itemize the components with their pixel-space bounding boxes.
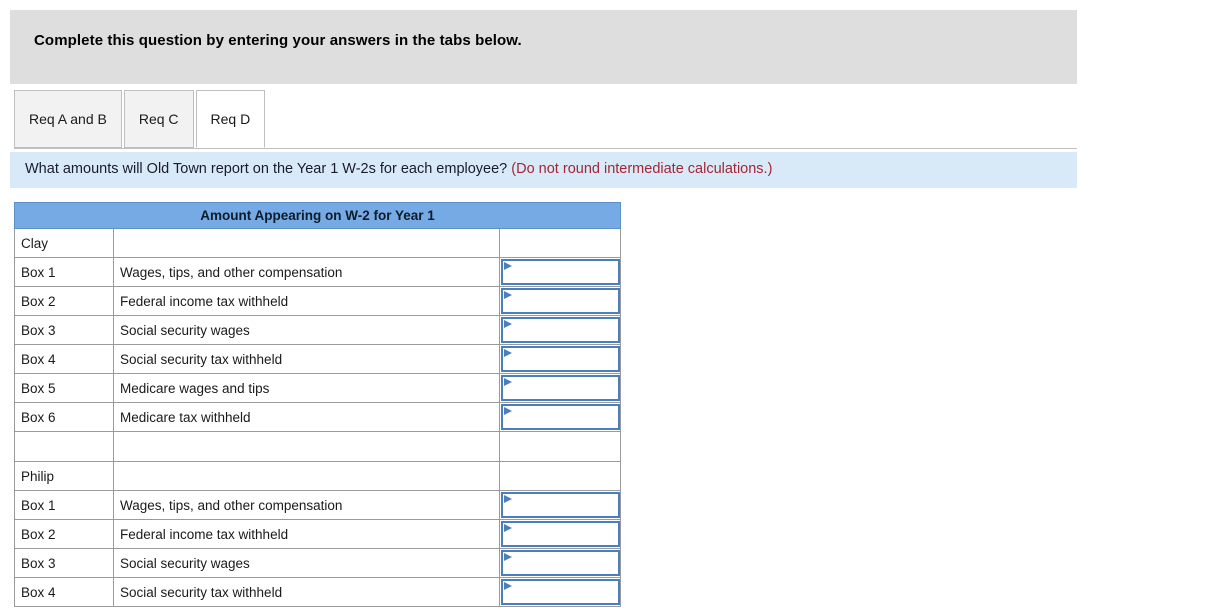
w2-answer-table: Amount Appearing on W-2 for Year 1 Clay B…: [13, 202, 622, 607]
box-label-cell: Box 2: [14, 286, 114, 316]
amount-input-cell: [498, 373, 622, 403]
amount-input[interactable]: [501, 492, 620, 518]
box-description-cell: Wages, tips, and other compensation: [113, 257, 500, 287]
table-row: [14, 431, 622, 462]
table-row: Box 1 Wages, tips, and other compensation: [14, 490, 622, 520]
amount-input-wrapper: [501, 288, 620, 314]
amount-input[interactable]: [501, 550, 620, 576]
amount-input-cell: [498, 315, 622, 345]
table-row: Box 4 Social security tax withheld: [14, 577, 622, 607]
box-label-cell: [14, 431, 114, 462]
box-description-cell: Federal income tax withheld: [113, 286, 500, 316]
table-row: Clay: [14, 228, 622, 258]
tab-strip: Req A and B Req C Req D: [14, 90, 267, 150]
box-description-cell: Wages, tips, and other compensation: [113, 490, 500, 520]
amount-input[interactable]: [501, 375, 620, 401]
table-row: Box 2 Federal income tax withheld: [14, 286, 622, 316]
amount-input[interactable]: [501, 288, 620, 314]
box-label-cell: Box 4: [14, 344, 114, 374]
amount-input-cell: [498, 577, 622, 607]
amount-input-cell: [498, 257, 622, 287]
box-description-cell: Social security wages: [113, 315, 500, 345]
box-description-cell: Medicare tax withheld: [113, 402, 500, 432]
table-title: Amount Appearing on W-2 for Year 1: [13, 202, 622, 229]
tab-req-d[interactable]: Req D: [195, 90, 266, 148]
box-description-cell: [113, 461, 500, 491]
amount-input[interactable]: [501, 521, 620, 547]
amount-input-wrapper: [501, 259, 620, 285]
amount-input-wrapper: [501, 521, 620, 547]
table-row: Philip: [14, 461, 622, 491]
amount-input-wrapper: [501, 579, 620, 605]
amount-input-wrapper: [501, 404, 620, 430]
amount-input-wrapper: [501, 317, 620, 343]
question-main-text: What amounts will Old Town report on the…: [25, 161, 508, 177]
amount-input-wrapper: [501, 492, 620, 518]
table-row: Box 1 Wages, tips, and other compensation: [14, 257, 622, 287]
amount-input-cell: [498, 490, 622, 520]
instruction-banner: Complete this question by entering your …: [10, 10, 1077, 84]
amount-input-cell: [498, 344, 622, 374]
amount-input[interactable]: [501, 346, 620, 372]
amount-input-wrapper: [501, 346, 620, 372]
amount-input-wrapper: [501, 375, 620, 401]
amount-input-wrapper: [501, 550, 620, 576]
box-description-cell: Medicare wages and tips: [113, 373, 500, 403]
amount-input[interactable]: [501, 317, 620, 343]
amount-input[interactable]: [501, 259, 620, 285]
question-note-text: (Do not round intermediate calculations.…: [511, 161, 773, 177]
box-label-cell: Box 4: [14, 577, 114, 607]
box-label-cell: Box 1: [14, 490, 114, 520]
box-label-cell: Box 6: [14, 402, 114, 432]
box-label-cell: Box 5: [14, 373, 114, 403]
empty-amount-cell: [498, 461, 622, 491]
amount-input[interactable]: [501, 404, 620, 430]
box-label-cell: Box 3: [14, 548, 114, 578]
table-body: Clay Box 1 Wages, tips, and other compensa…: [14, 228, 622, 607]
amount-input-cell: [498, 286, 622, 316]
tab-req-a-and-b[interactable]: Req A and B: [14, 90, 122, 148]
table-header-row: Amount Appearing on W-2 for Year 1: [13, 202, 622, 229]
box-label-cell: Box 2: [14, 519, 114, 549]
box-label-cell: Philip: [14, 461, 114, 491]
empty-amount-cell: [498, 431, 622, 462]
box-description-cell: Social security wages: [113, 548, 500, 578]
amount-input[interactable]: [501, 579, 620, 605]
box-description-cell: Social security tax withheld: [113, 344, 500, 374]
box-description-cell: Federal income tax withheld: [113, 519, 500, 549]
table-row: Box 6 Medicare tax withheld: [14, 402, 622, 432]
box-description-cell: Social security tax withheld: [113, 577, 500, 607]
amount-input-cell: [498, 548, 622, 578]
table-row: Box 5 Medicare wages and tips: [14, 373, 622, 403]
table-row: Box 4 Social security tax withheld: [14, 344, 622, 374]
empty-amount-cell: [498, 228, 622, 258]
box-description-cell: [113, 228, 500, 258]
amount-input-cell: [498, 519, 622, 549]
box-label-cell: Box 3: [14, 315, 114, 345]
tab-req-c[interactable]: Req C: [123, 90, 194, 148]
instruction-text: Complete this question by entering your …: [34, 32, 522, 49]
box-label-cell: Clay: [14, 228, 114, 258]
box-description-cell: [113, 431, 500, 462]
table-row: Box 3 Social security wages: [14, 548, 622, 578]
table-row: Box 2 Federal income tax withheld: [14, 519, 622, 549]
box-label-cell: Box 1: [14, 257, 114, 287]
question-text: What amounts will Old Town report on the…: [25, 161, 772, 177]
tab-strip-underline: [14, 148, 1077, 149]
amount-input-cell: [498, 402, 622, 432]
question-bar: What amounts will Old Town report on the…: [10, 152, 1077, 188]
table-row: Box 3 Social security wages: [14, 315, 622, 345]
